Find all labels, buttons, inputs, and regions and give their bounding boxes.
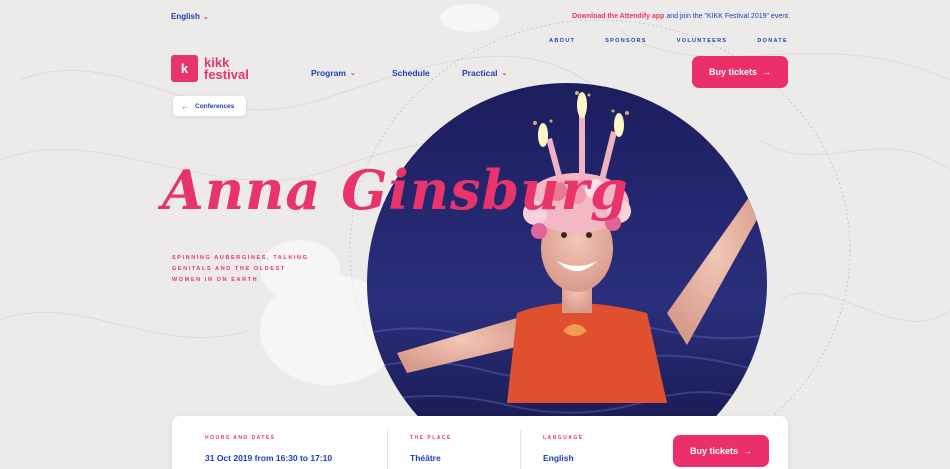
speaker-photo [367, 83, 767, 469]
arrow-right-icon: → [743, 446, 753, 456]
dates-label: HOURS AND DATES [205, 435, 276, 441]
buy-tickets-label: Buy tickets [689, 446, 739, 456]
nav-schedule[interactable]: Schedule [392, 68, 430, 78]
arrow-left-icon: ← [181, 101, 189, 111]
buy-tickets-button-header[interactable]: Buy tickets → [692, 56, 788, 88]
place-label: THE PLACE [410, 435, 452, 441]
info-dates: HOURS AND DATES 31 Oct 2019 from 16:30 t… [205, 435, 332, 463]
promo-rest: and join the "KIKK Festival 2019" event. [666, 13, 790, 20]
top-link-about[interactable]: ABOUT [549, 38, 575, 44]
language-label: English [171, 12, 200, 21]
dates-value: 31 Oct 2019 from 16:30 to 17:10 [205, 453, 333, 463]
site-logo[interactable]: k kikk festival [171, 55, 249, 82]
arrow-right-icon: → [762, 67, 772, 77]
nav-program[interactable]: Program ⌄ [311, 68, 356, 78]
promo-highlight[interactable]: Download the Attendify app [572, 13, 664, 20]
chevron-down-icon: ⌄ [349, 70, 356, 77]
nav-schedule-label: Schedule [392, 68, 430, 78]
divider [387, 430, 388, 469]
top-link-sponsors[interactable]: SPONSORS [605, 38, 647, 44]
divider [520, 430, 521, 469]
speaker-photo-illustration [367, 83, 767, 469]
language-value: English [543, 453, 574, 463]
chevron-down-icon: ⌄ [501, 70, 508, 77]
kikk-logo-icon: k [171, 55, 198, 82]
nav-practical-label: Practical [462, 68, 498, 78]
back-to-conferences-button[interactable]: ← Conferences [173, 96, 246, 116]
place-value[interactable]: Théâtre [410, 453, 452, 463]
back-label: Conferences [195, 102, 235, 110]
speaker-name: Anna Ginsburg [162, 158, 629, 222]
language-selector[interactable]: English ⌄ [171, 12, 209, 21]
session-info-card: HOURS AND DATES 31 Oct 2019 from 16:30 t… [172, 416, 788, 469]
logo-wordmark: kikk festival [204, 56, 249, 82]
chevron-down-icon: ⌄ [202, 13, 209, 21]
session-title: Spinning aubergines, talking genitals an… [172, 255, 309, 283]
logo-line-2: festival [204, 66, 249, 82]
promo-banner[interactable]: Download the Attendify app and join the … [572, 13, 790, 20]
top-link-volunteers[interactable]: VOLUNTEERS [677, 38, 728, 44]
buy-tickets-button-card[interactable]: Buy tickets → [673, 435, 769, 467]
nav-practical[interactable]: Practical ⌄ [462, 68, 507, 78]
top-link-donate[interactable]: DONATE [757, 38, 788, 44]
utility-nav: ABOUT SPONSORS VOLUNTEERS DONATE [549, 38, 788, 44]
nav-program-label: Program [311, 68, 346, 78]
info-place: THE PLACE Théâtre [410, 435, 452, 463]
info-language: LANGUAGE English [543, 435, 584, 463]
language-label: LANGUAGE [543, 435, 584, 441]
buy-tickets-label: Buy tickets [708, 67, 758, 77]
